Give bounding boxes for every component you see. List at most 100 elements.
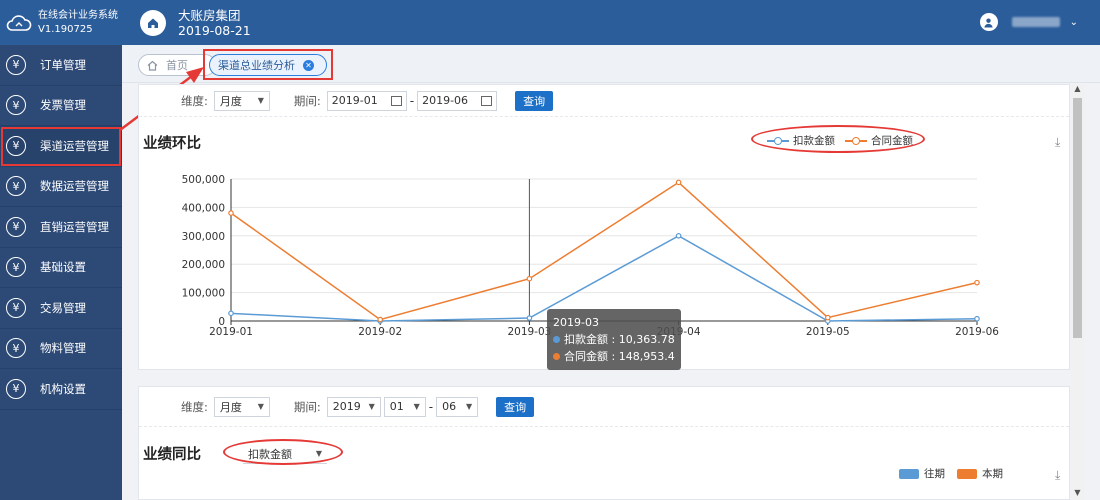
app-title: 在线会计业务系统 xyxy=(38,9,118,21)
sidebar-item-7[interactable]: ¥ 物料管理 xyxy=(0,329,122,369)
sidebar-item-label: 渠道运营管理 xyxy=(40,138,109,153)
download-icon[interactable]: ⤓ xyxy=(1055,468,1067,482)
y-tick-label: 100,000 xyxy=(182,288,225,300)
brand: 在线会计业务系统 V1.190725 xyxy=(0,0,122,45)
highlight-box-tab xyxy=(203,49,333,80)
home-outline-icon xyxy=(147,60,158,71)
home-button[interactable] xyxy=(140,9,166,36)
month-from-value: 01 xyxy=(389,400,404,413)
sidebar-item-label: 基础设置 xyxy=(40,260,86,275)
sidebar-item-label: 交易管理 xyxy=(40,300,86,315)
home-icon xyxy=(148,18,158,28)
user-menu[interactable]: ⌄ xyxy=(979,13,1078,31)
data-point xyxy=(526,275,533,282)
sidebar-menu: ¥ 订单管理 ¥ 发票管理 ¥ 渠道运营管理 ¥ 数据运营管理 ¥ 直销运营管理 ¥ 基础设置 ¥ 交易管… xyxy=(0,45,122,410)
highlight-ellipse-metric xyxy=(223,439,343,465)
year-value: 2019 xyxy=(332,400,361,413)
data-point xyxy=(228,210,234,216)
scroll-down-icon[interactable]: ▼ xyxy=(1071,488,1084,500)
date-separator: - xyxy=(409,93,415,108)
caret-down-icon: ▼ xyxy=(368,402,375,411)
sidebar-item-5[interactable]: ¥ 基础设置 xyxy=(0,248,122,288)
data-point xyxy=(974,315,980,322)
yen-icon: ¥ xyxy=(6,297,26,318)
tooltip-header: 2019-03 xyxy=(553,316,599,329)
dimension-value: 月度 xyxy=(219,94,242,108)
sidebar-item-4[interactable]: ¥ 直销运营管理 xyxy=(0,207,122,248)
chevron-down-icon: ⌄ xyxy=(1069,16,1078,28)
sidebar-item-8[interactable]: ¥ 机构设置 xyxy=(0,369,122,410)
app-version: V1.190725 xyxy=(38,23,93,35)
data-point xyxy=(675,179,682,186)
yen-icon: ¥ xyxy=(6,257,26,278)
month-to-select[interactable]: 06 ▼ xyxy=(436,396,479,417)
top-bar: 大账房集团 2019-08-21 ⌄ xyxy=(122,0,1100,45)
legend-previous-swatch xyxy=(899,468,919,479)
sidebar-item-3[interactable]: ¥ 数据运营管理 xyxy=(0,167,122,207)
query-button[interactable]: 查询 xyxy=(515,90,554,111)
date-to-value: 2019-06 xyxy=(422,94,469,107)
highlight-ellipse-legend xyxy=(751,125,925,153)
data-point xyxy=(675,233,682,239)
tab-bar: 首页 渠道总业绩分析 ✕ xyxy=(122,45,1100,83)
caret-down-icon: ▼ xyxy=(413,402,420,411)
legend-current-label[interactable]: 本期 xyxy=(982,466,1003,481)
download-icon[interactable]: ⤓ xyxy=(1055,135,1067,149)
period-label: 期间: xyxy=(293,93,321,108)
x-tick-label: 2019-01 xyxy=(209,326,253,338)
yen-icon: ¥ xyxy=(6,216,26,237)
dimension-label: 维度: xyxy=(181,93,208,108)
date-to-input[interactable]: 2019-06 xyxy=(417,90,498,111)
y-tick-label: 200,000 xyxy=(182,259,225,271)
sidebar-item-label: 机构设置 xyxy=(40,381,86,396)
data-point xyxy=(228,310,234,317)
yen-icon: ¥ xyxy=(6,176,26,197)
legend-previous-label[interactable]: 往期 xyxy=(924,466,945,481)
tooltip-row-contract: 合同金额 : 148,953.4 xyxy=(553,348,675,365)
scroll-up-icon[interactable]: ▲ xyxy=(1071,84,1084,96)
chart-tooltip: 2019-03 扣款金额 : 10,363.78 合同金额 : 148,953.… xyxy=(547,309,681,370)
vertical-scrollbar[interactable]: ▲ ▼ xyxy=(1071,84,1084,500)
date-from-input[interactable]: 2019-01 xyxy=(326,90,407,111)
month-to-value: 06 xyxy=(442,400,457,413)
filter-row-1: 维度: 月度 ▼ 期间: 2019-01 - 2019-06 查询 xyxy=(139,85,1069,117)
section-title-mom: 业绩环比 xyxy=(143,136,201,152)
user-icon xyxy=(979,13,998,31)
calendar-icon xyxy=(390,95,402,106)
dimension-select[interactable]: 月度 ▼ xyxy=(213,90,270,111)
x-tick-label: 2019-06 xyxy=(955,326,999,338)
main-content: 维度: 月度 ▼ 期间: 2019-01 - 2019-06 查询 业绩环比 扣款… xyxy=(138,84,1070,500)
sidebar-item-label: 直销运营管理 xyxy=(40,219,109,234)
company-name: 大账房集团 xyxy=(178,7,241,23)
yen-icon: ¥ xyxy=(6,95,26,116)
month-separator: - xyxy=(428,399,434,414)
dimension-label-2: 维度: xyxy=(181,399,208,414)
data-point xyxy=(377,316,384,323)
sidebar-item-label: 物料管理 xyxy=(40,341,86,356)
y-tick-label: 300,000 xyxy=(182,231,225,243)
current-date: 2019-08-21 xyxy=(178,22,251,38)
sidebar-item-1[interactable]: ¥ 发票管理 xyxy=(0,86,122,126)
sidebar-item-0[interactable]: ¥ 订单管理 xyxy=(0,45,122,86)
year-select[interactable]: 2019 ▼ xyxy=(326,396,381,417)
sidebar-item-label: 发票管理 xyxy=(40,98,86,113)
series-line-1 xyxy=(230,181,978,321)
yen-icon: ¥ xyxy=(6,338,26,359)
x-tick-label: 2019-02 xyxy=(358,326,402,338)
sidebar-item-6[interactable]: ¥ 交易管理 xyxy=(0,288,122,329)
dimension-select-2[interactable]: 月度 ▼ xyxy=(213,396,270,417)
sidebar-item-2[interactable]: ¥ 渠道运营管理 xyxy=(0,126,122,167)
month-from-select[interactable]: 01 ▼ xyxy=(383,396,426,417)
query-button-2[interactable]: 查询 xyxy=(496,396,535,417)
scroll-thumb[interactable] xyxy=(1073,98,1082,338)
cloud-icon xyxy=(6,14,32,31)
y-tick-label: 400,000 xyxy=(182,202,225,214)
legend-current-swatch xyxy=(957,468,977,479)
y-tick-label: 500,000 xyxy=(182,174,225,186)
caret-down-icon: ▼ xyxy=(257,402,264,411)
caret-down-icon: ▼ xyxy=(465,402,473,411)
x-tick-label: 2019-05 xyxy=(806,326,850,338)
date-from-value: 2019-01 xyxy=(331,94,378,107)
tab-home-label: 首页 xyxy=(166,59,188,72)
sidebar-item-label: 数据运营管理 xyxy=(40,179,109,194)
